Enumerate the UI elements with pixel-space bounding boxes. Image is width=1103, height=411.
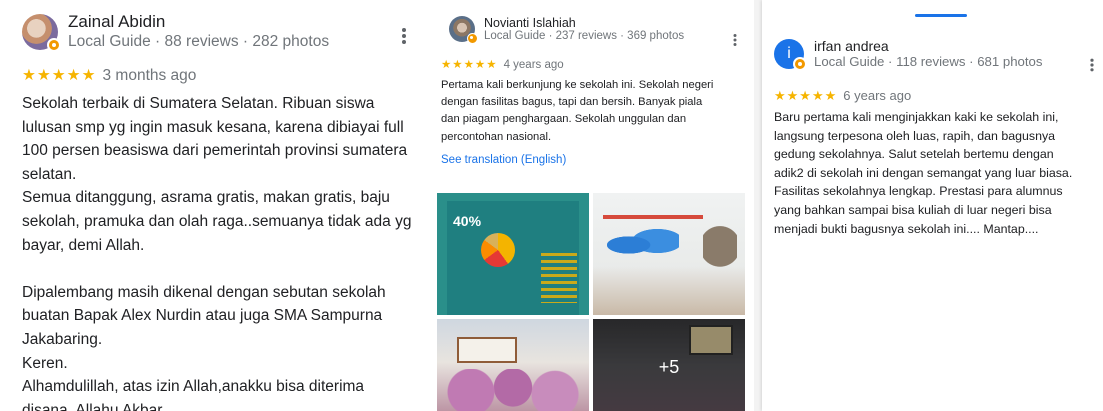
local-guide-badge-icon [793,56,807,71]
local-guide-badge-icon [467,33,478,44]
review-photo[interactable] [593,193,745,315]
review-text: Sekolah terbaik di Sumatera Selatan. Rib… [22,95,412,411]
reviewer-meta: Local Guide · 118 reviews · 681 photos [814,54,1043,69]
review-card-novianti: Novianti Islahiah Local Guide · 237 revi… [429,0,754,411]
review-time: 3 months ago [102,67,197,84]
rating-row: ★★★★★ 4 years ago [441,57,564,71]
kebab-menu-icon[interactable] [731,33,739,48]
review-card-zainal: Zainal Abidin Local Guide · 88 reviews ·… [0,0,429,411]
review-text: Baru pertama kali menginjakkan kaki ke s… [774,110,1073,236]
reviewer-meta: Local Guide · 237 reviews · 369 photos [484,30,685,42]
reviewer-name[interactable]: irfan andrea [814,38,1042,54]
active-tab-indicator [915,14,967,17]
avatar[interactable] [22,13,61,52]
star-rating: ★★★★★ [774,88,838,103]
review-card-irfan: i irfan andrea Local Guide · 118 reviews… [762,0,1103,411]
reviewer-name[interactable]: Novianti Islahiah [484,16,684,30]
review-text: Pertama kali berkunjung ke sekolah ini. … [441,79,714,143]
kebab-menu-icon[interactable] [1088,57,1096,73]
review-photo[interactable] [437,319,589,411]
more-photos-count: +5 [658,356,680,377]
reviewer-name[interactable]: Zainal Abidin [68,12,329,32]
reviewer-meta: Local Guide · 88 reviews · 282 photos [68,33,330,50]
card-gap [754,0,762,411]
review-time: 4 years ago [503,59,564,71]
rating-row: ★★★★★ 3 months ago [22,66,196,85]
reviewer-header[interactable]: i irfan andrea Local Guide · 118 reviews… [774,38,1043,71]
review-photo[interactable]: 40% [437,193,589,315]
star-rating: ★★★★★ [22,67,97,84]
rating-row: ★★★★★ 6 years ago [774,88,911,104]
local-guide-badge-icon [47,37,61,52]
kebab-menu-icon[interactable] [399,26,409,46]
reviewer-header[interactable]: Novianti Islahiah Local Guide · 237 revi… [449,16,685,44]
review-time: 6 years ago [843,88,912,103]
avatar[interactable] [449,16,478,44]
avatar[interactable]: i [774,38,807,71]
photo-chart-label: 40% [453,213,482,229]
see-translation-link[interactable]: See translation (English) [441,154,566,166]
star-rating: ★★★★★ [441,59,498,71]
more-photos-tile[interactable]: +5 [593,319,745,411]
photo-grid: 40% +5 [437,193,751,411]
reviewer-header[interactable]: Zainal Abidin Local Guide · 88 reviews ·… [22,12,330,52]
avatar-letter: i [787,44,791,62]
